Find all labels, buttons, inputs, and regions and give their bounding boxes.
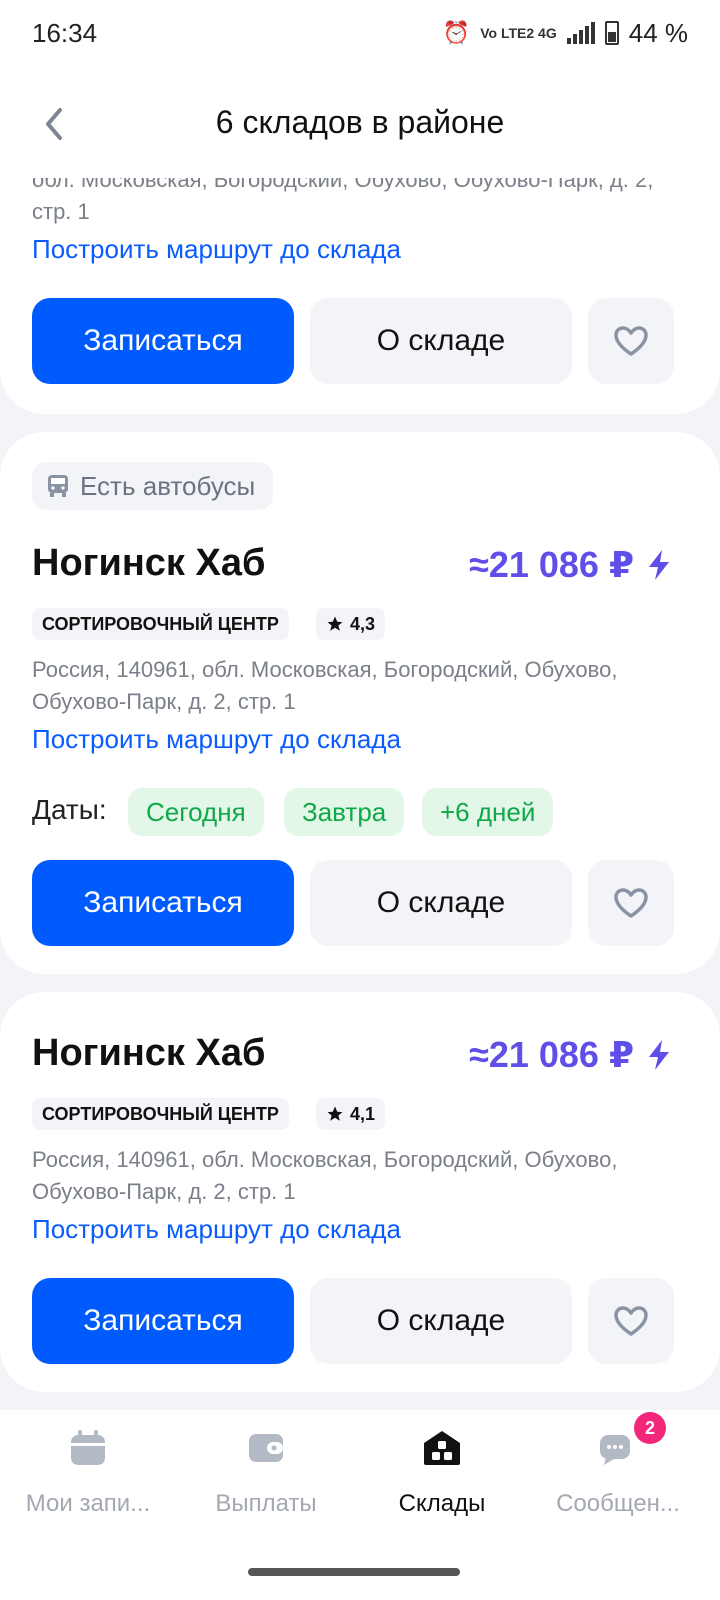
warehouse-icon — [422, 1428, 462, 1468]
warehouse-card: обл. Московская, Богородский, Обухово, О… — [0, 178, 720, 414]
about-warehouse-button[interactable]: О складе — [310, 298, 572, 384]
nav-label: Склады — [398, 1490, 486, 1517]
battery-level: 44 % — [628, 17, 688, 48]
route-link[interactable]: Построить маршрут до склада — [32, 724, 401, 755]
bus-icon — [48, 475, 68, 497]
dates-label: Даты: — [32, 794, 107, 825]
warehouse-address: обл. Московская, Богородский, Обухово, О… — [32, 178, 654, 224]
signal-icon — [566, 22, 595, 44]
wallet-icon — [246, 1428, 286, 1468]
signup-button[interactable]: Записаться — [32, 1278, 294, 1364]
bus-tag-label: Есть автобусы — [80, 470, 256, 501]
warehouse-price: ≈21 086 ₽ — [469, 1034, 672, 1076]
heart-icon — [614, 1306, 648, 1336]
price-value: ≈21 086 ₽ — [469, 1034, 634, 1075]
heart-icon — [614, 326, 648, 356]
price-value: ≈21 086 ₽ — [469, 544, 634, 585]
star-icon — [327, 616, 343, 631]
rating-chip: 4,3 — [316, 608, 386, 640]
route-link[interactable]: Построить маршрут до склада — [32, 234, 401, 265]
warehouse-card: Ногинск Хаб ≈21 086 ₽ СОРТИРОВОЧНЫЙ ЦЕНТ… — [0, 992, 720, 1392]
lightning-icon — [649, 550, 669, 580]
warehouse-name: Ногинск Хаб — [32, 1032, 266, 1074]
bus-tag: Есть автобусы — [32, 462, 274, 510]
star-icon — [327, 1106, 343, 1121]
about-warehouse-button[interactable]: О складе — [310, 860, 572, 946]
network-label: Vo LTE2 4G — [480, 25, 557, 41]
warehouse-price: ≈21 086 ₽ — [469, 544, 672, 586]
signup-button[interactable]: Записаться — [32, 860, 294, 946]
favorite-button[interactable] — [588, 298, 674, 384]
rating-value: 4,1 — [350, 1103, 376, 1124]
date-chip-today[interactable]: Сегодня — [128, 788, 264, 836]
favorite-button[interactable] — [588, 1278, 674, 1364]
nav-warehouses[interactable]: Склады — [352, 1428, 532, 1518]
rating-value: 4,3 — [350, 613, 376, 634]
app-header: 6 складов в районе — [0, 66, 720, 178]
warehouse-card: Есть автобусы Ногинск Хаб ≈21 086 ₽ СОРТ… — [0, 432, 720, 974]
rating-chip: 4,1 — [316, 1098, 386, 1130]
battery-icon — [604, 21, 619, 45]
nav-label: Выплаты — [215, 1490, 317, 1517]
warehouse-type-chip: СОРТИРОВОЧНЫЙ ЦЕНТР — [32, 608, 289, 640]
warehouse-address: Россия, 140961, обл. Московская, Богород… — [32, 1147, 618, 1204]
nav-messages[interactable]: 2 Сообщен... — [528, 1412, 708, 1518]
nav-my-records[interactable]: Мои запи... — [0, 1428, 178, 1518]
date-chip-tomorrow[interactable]: Завтра — [284, 788, 405, 836]
about-warehouse-button[interactable]: О складе — [310, 1278, 572, 1364]
nav-payouts[interactable]: Выплаты — [176, 1428, 356, 1518]
back-button[interactable] — [30, 100, 78, 148]
date-chip-more-days[interactable]: +6 дней — [422, 788, 554, 836]
warehouse-name: Ногинск Хаб — [32, 542, 266, 584]
home-indicator[interactable] — [248, 1568, 460, 1576]
status-icons: ⏰ Vo LTE2 4G 44 % — [443, 18, 688, 49]
nav-label: Сообщен... — [556, 1490, 680, 1517]
nav-label: Мои запи... — [25, 1490, 151, 1517]
warehouse-address: Россия, 140961, обл. Московская, Богород… — [32, 657, 618, 714]
route-link[interactable]: Построить маршрут до склада — [32, 1214, 401, 1245]
calendar-icon — [68, 1428, 108, 1468]
signup-button[interactable]: Записаться — [32, 298, 294, 384]
favorite-button[interactable] — [588, 860, 674, 946]
status-bar: 16:34 ⏰ Vo LTE2 4G 44 % — [0, 0, 720, 66]
heart-icon — [614, 888, 648, 918]
page-title: 6 складов в районе — [215, 103, 505, 140]
lightning-icon — [649, 1040, 669, 1070]
warehouse-type-chip: СОРТИРОВОЧНЫЙ ЦЕНТР — [32, 1098, 289, 1130]
alarm-icon: ⏰ — [442, 20, 471, 45]
status-time: 16:34 — [32, 17, 98, 48]
chat-icon: 2 — [598, 1412, 666, 1468]
chevron-left-icon — [46, 108, 62, 140]
warehouse-list[interactable]: обл. Московская, Богородский, Обухово, О… — [0, 178, 720, 1410]
unread-badge: 2 — [634, 1412, 666, 1444]
